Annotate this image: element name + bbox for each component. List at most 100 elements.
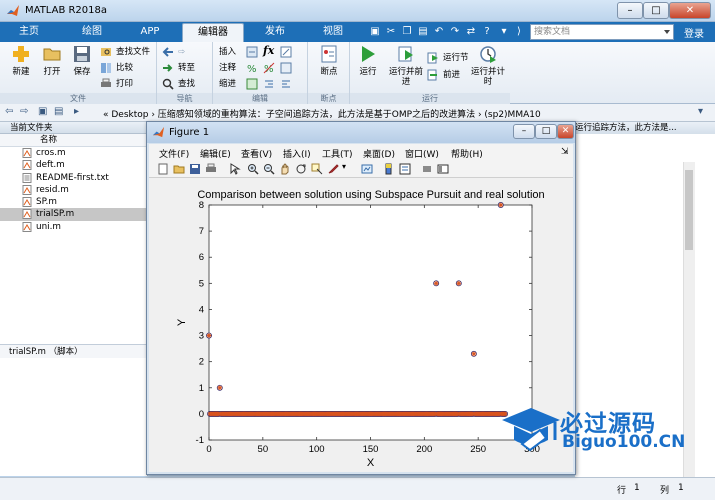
y-axis-label: Y: [176, 318, 188, 326]
current-folder-path[interactable]: « Desktop › 压缩感知领域的重构算法：子空间追踪方法，此方法是基于OM…: [103, 107, 541, 120]
back-icon[interactable]: ⇦: [5, 106, 13, 117]
file-item[interactable]: SP.m: [0, 196, 147, 208]
scrollbar-thumb[interactable]: [685, 170, 693, 250]
wrap-comments-icon[interactable]: [280, 62, 292, 74]
run-section-button[interactable]: 运行节: [427, 51, 469, 65]
print-button[interactable]: 打印: [100, 77, 133, 91]
tab-editor[interactable]: 编辑器: [182, 23, 244, 42]
brush-icon[interactable]: [327, 163, 339, 175]
fx-icon[interactable]: fx: [263, 44, 274, 57]
find-button[interactable]: 查找: [162, 77, 195, 91]
goto-button[interactable]: 转至: [162, 61, 195, 75]
figure-close-button[interactable]: ✕: [557, 124, 574, 139]
menu-file[interactable]: 文件(F): [159, 147, 189, 160]
name-column-header[interactable]: 名称: [0, 134, 147, 147]
menu-dock-arrow-icon[interactable]: ⇲: [561, 147, 569, 157]
tab-plots[interactable]: 绘图: [66, 23, 118, 42]
qat-dropdown-icon[interactable]: ▾: [497, 25, 511, 39]
file-item[interactable]: README-first.txt: [0, 172, 147, 184]
tab-publish[interactable]: 发布: [248, 23, 302, 42]
file-details-bar[interactable]: trialSP.m （脚本）: [0, 344, 148, 358]
smart-indent-icon[interactable]: [246, 78, 258, 90]
tab-apps[interactable]: APP: [124, 23, 176, 42]
figure-maximize-button[interactable]: □: [535, 124, 557, 139]
maximize-button[interactable]: □: [643, 2, 669, 19]
browse-folder-icon[interactable]: ▤: [54, 106, 63, 117]
tab-home[interactable]: 主页: [6, 23, 52, 42]
qat-arrow-icon[interactable]: ⟩: [512, 25, 526, 39]
file-item[interactable]: resid.m: [0, 184, 147, 196]
zoom-in-icon[interactable]: [247, 163, 259, 175]
file-item-selected[interactable]: trialSP.m: [0, 208, 147, 221]
indent-button[interactable]: 缩进: [219, 77, 236, 91]
qat-help-icon[interactable]: ?: [480, 25, 494, 39]
file-item[interactable]: uni.m: [0, 221, 147, 233]
save-button[interactable]: 保存: [67, 44, 97, 77]
qat-cut-icon[interactable]: ✂: [384, 25, 398, 39]
new-figure-icon[interactable]: [157, 163, 169, 175]
run-advance-button[interactable]: 运行并前进: [388, 44, 424, 87]
insert-section-icon[interactable]: [246, 46, 258, 58]
insert-colorbar-icon[interactable]: [383, 163, 395, 175]
back-forward-buttons[interactable]: ⇨: [162, 45, 185, 59]
link-plot-icon[interactable]: [361, 163, 373, 175]
data-cursor-icon[interactable]: [311, 163, 323, 175]
tab-view[interactable]: 视图: [306, 23, 360, 42]
edit-plot-arrow-icon[interactable]: [229, 163, 241, 175]
path-dropdown-icon[interactable]: ▾: [698, 106, 703, 117]
qat-redo-icon[interactable]: ↷: [448, 25, 462, 39]
file-item[interactable]: cros.m: [0, 147, 147, 159]
save-figure-icon[interactable]: [189, 163, 201, 175]
run-and-time-button[interactable]: 运行并计时: [470, 44, 506, 87]
comment-percent-icon[interactable]: %: [246, 62, 258, 74]
open-button[interactable]: 打开: [37, 44, 67, 77]
advance-button[interactable]: 前进: [427, 68, 460, 82]
run-section-label: 运行节: [443, 53, 469, 63]
qat-switch-icon[interactable]: ⇄: [464, 25, 478, 39]
menu-edit[interactable]: 编辑(E): [200, 147, 231, 160]
find-files-button[interactable]: 查找文件: [100, 45, 150, 59]
new-button[interactable]: 新建: [6, 44, 36, 77]
breakpoints-button[interactable]: 断点: [314, 44, 344, 77]
menu-view[interactable]: 查看(V): [241, 147, 272, 160]
show-plot-tools-icon[interactable]: [437, 163, 449, 175]
pan-hand-icon[interactable]: [279, 163, 291, 175]
insert-legend-icon[interactable]: [399, 163, 411, 175]
minimize-button[interactable]: –: [617, 2, 643, 19]
qat-save-icon[interactable]: ▣: [368, 25, 382, 39]
compare-button[interactable]: 比较: [100, 61, 133, 75]
insert-variable-icon[interactable]: [280, 46, 292, 58]
open-file-icon[interactable]: [173, 163, 185, 175]
print-figure-icon[interactable]: [205, 163, 217, 175]
decrease-indent-icon[interactable]: [280, 78, 292, 90]
root-icon[interactable]: ▸: [74, 106, 79, 117]
hide-plot-tools-icon[interactable]: [421, 163, 433, 175]
zoom-out-icon[interactable]: [263, 163, 275, 175]
login-link[interactable]: 登录: [684, 25, 704, 40]
uncomment-icon[interactable]: %: [263, 62, 275, 74]
close-button[interactable]: ✕: [669, 2, 711, 19]
file-item[interactable]: deft.m: [0, 159, 147, 171]
search-input[interactable]: 搜索文档: [530, 24, 674, 40]
menu-tools[interactable]: 工具(T): [322, 147, 353, 160]
run-and-time-label: 运行并计时: [470, 67, 505, 87]
search-icon[interactable]: [661, 25, 673, 39]
rotate-3d-icon[interactable]: [295, 163, 307, 175]
qat-copy-icon[interactable]: ❐: [400, 25, 414, 39]
qat-paste-icon[interactable]: ▤: [416, 25, 430, 39]
comment-button[interactable]: 注释: [219, 61, 236, 75]
brush-dropdown-icon[interactable]: ▾: [342, 162, 354, 174]
menu-insert[interactable]: 插入(I): [283, 147, 311, 160]
menu-help[interactable]: 帮助(H): [451, 147, 483, 160]
increase-indent-icon[interactable]: [263, 78, 275, 90]
menu-desktop[interactable]: 桌面(D): [363, 147, 395, 160]
up-folder-icon[interactable]: ▣: [38, 106, 47, 117]
run-button[interactable]: 运行: [353, 44, 383, 77]
ribbon: 新建 打开 保存 查找文件 比较 打印 文件 ⇨ 转至 查找 导航 插入 注释 …: [0, 42, 715, 104]
qat-undo-icon[interactable]: ↶: [432, 25, 446, 39]
menu-window[interactable]: 窗口(W): [405, 147, 439, 160]
figure-minimize-button[interactable]: –: [513, 124, 535, 139]
forward-icon[interactable]: ⇨: [20, 106, 28, 117]
insert-button[interactable]: 插入: [219, 45, 236, 59]
editor-tab-title[interactable]: 运行追踪方法，此方法是...: [575, 122, 715, 134]
